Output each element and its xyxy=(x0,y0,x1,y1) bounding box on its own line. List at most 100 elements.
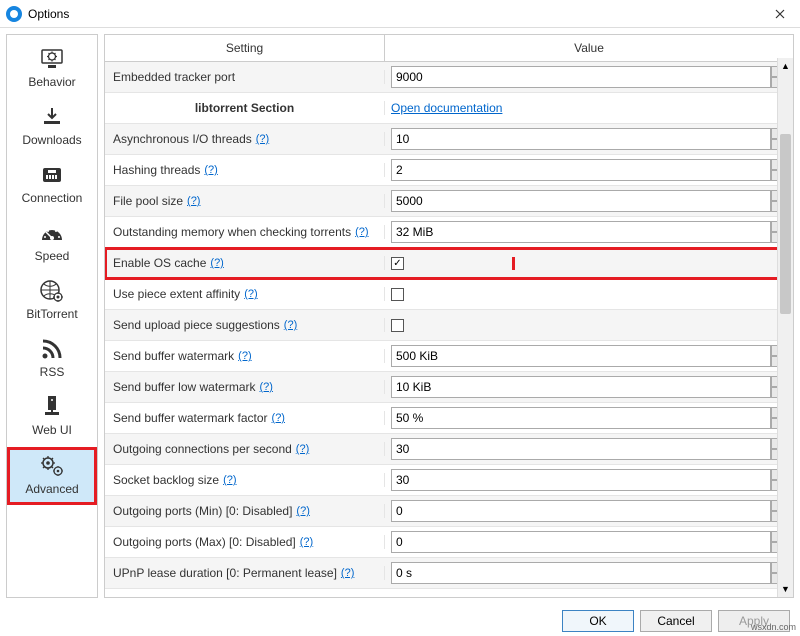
close-button[interactable] xyxy=(760,0,800,28)
col-value: Value xyxy=(385,35,793,61)
hash-input[interactable] xyxy=(391,159,771,181)
label-wmarklow: Send buffer low watermark (?) xyxy=(105,380,385,394)
backlog-input[interactable] xyxy=(391,469,771,491)
help-link[interactable]: (?) xyxy=(204,164,217,176)
row-section: libtorrent Section Open documentation xyxy=(105,93,793,124)
row-extent: Use piece extent affinity (?) xyxy=(105,279,793,310)
globe-gear-icon xyxy=(38,277,66,305)
doc-link[interactable]: Open documentation xyxy=(391,101,502,115)
sidebar: Behavior Downloads Connection Speed BitT… xyxy=(6,34,98,598)
row-wmarklow: Send buffer low watermark (?) ▲▼ xyxy=(105,372,793,403)
label-outconn: Outgoing connections per second (?) xyxy=(105,442,385,456)
gears-icon xyxy=(38,452,66,480)
label-mem: Outstanding memory when checking torrent… xyxy=(105,225,385,239)
row-pool: File pool size (?) ▲▼ xyxy=(105,186,793,217)
row-upnp: UPnP lease duration [0: Permanent lease]… xyxy=(105,558,793,589)
label-portsmin: Outgoing ports (Min) [0: Disabled] (?) xyxy=(105,504,385,518)
ok-button[interactable]: OK xyxy=(562,610,634,632)
help-link[interactable]: (?) xyxy=(341,567,354,579)
pool-input[interactable] xyxy=(391,190,771,212)
portsmax-input[interactable] xyxy=(391,531,771,553)
aio-input[interactable] xyxy=(391,128,771,150)
row-wmark: Send buffer watermark (?) ▲▼ xyxy=(105,341,793,372)
help-link[interactable]: (?) xyxy=(296,505,309,517)
sidebar-item-speed[interactable]: Speed xyxy=(7,215,97,271)
row-wmarkf: Send buffer watermark factor (?) ▲▼ xyxy=(105,403,793,434)
watermark: wsxdn.com xyxy=(751,622,796,632)
monitor-icon xyxy=(38,45,66,73)
label-section: libtorrent Section xyxy=(105,101,385,115)
sidebar-item-bittorrent[interactable]: BitTorrent xyxy=(7,273,97,329)
sidebar-item-connection[interactable]: Connection xyxy=(7,157,97,213)
wmarkf-input[interactable] xyxy=(391,407,771,429)
help-link[interactable]: (?) xyxy=(300,536,313,548)
close-icon xyxy=(775,9,785,19)
dialog-footer: OK Cancel Apply xyxy=(0,610,800,636)
help-link[interactable]: (?) xyxy=(256,133,269,145)
scroll-track[interactable] xyxy=(778,74,793,581)
label-tracker-port: Embedded tracker port xyxy=(105,70,385,84)
upnp-input[interactable] xyxy=(391,562,771,584)
scrollbar[interactable]: ▲ ▼ xyxy=(777,58,793,597)
sidebar-item-behavior[interactable]: Behavior xyxy=(7,41,97,97)
app-icon xyxy=(6,6,22,22)
row-sugg: Send upload piece suggestions (?) xyxy=(105,310,793,341)
label-sugg: Send upload piece suggestions (?) xyxy=(105,318,385,332)
row-oscache: Enable OS cache (?) xyxy=(105,248,793,279)
label-extent: Use piece extent affinity (?) xyxy=(105,287,385,301)
portsmin-input[interactable] xyxy=(391,500,771,522)
gauge-icon xyxy=(38,219,66,247)
ethernet-icon xyxy=(38,161,66,189)
sidebar-item-webui[interactable]: Web UI xyxy=(7,389,97,445)
help-link[interactable]: (?) xyxy=(260,381,273,393)
row-outconn: Outgoing connections per second (?) ▲▼ xyxy=(105,434,793,465)
label-wmarkf: Send buffer watermark factor (?) xyxy=(105,411,385,425)
help-link[interactable]: (?) xyxy=(244,288,257,300)
help-link[interactable]: (?) xyxy=(296,443,309,455)
titlebar: Options xyxy=(0,0,800,28)
download-icon xyxy=(38,103,66,131)
label-hash: Hashing threads (?) xyxy=(105,163,385,177)
help-link[interactable]: (?) xyxy=(284,319,297,331)
scroll-thumb[interactable] xyxy=(780,134,791,314)
row-portsmax: Outgoing ports (Max) [0: Disabled] (?) ▲… xyxy=(105,527,793,558)
col-setting: Setting xyxy=(105,35,385,61)
help-link[interactable]: (?) xyxy=(187,195,200,207)
window-title: Options xyxy=(28,7,69,21)
label-wmark: Send buffer watermark (?) xyxy=(105,349,385,363)
sidebar-item-rss[interactable]: RSS xyxy=(7,331,97,387)
row-hash: Hashing threads (?) ▲▼ xyxy=(105,155,793,186)
sidebar-item-downloads[interactable]: Downloads xyxy=(7,99,97,155)
cancel-button[interactable]: Cancel xyxy=(640,610,712,632)
label-oscache: Enable OS cache (?) xyxy=(105,256,385,270)
outconn-input[interactable] xyxy=(391,438,771,460)
sugg-checkbox[interactable] xyxy=(391,319,404,332)
extent-checkbox[interactable] xyxy=(391,288,404,301)
scroll-down[interactable]: ▼ xyxy=(778,581,793,597)
sidebar-item-advanced[interactable]: Advanced xyxy=(7,447,97,505)
tracker_port-input[interactable] xyxy=(391,66,771,88)
help-link[interactable]: (?) xyxy=(238,350,251,362)
row-aio: Asynchronous I/O threads (?) ▲▼ xyxy=(105,124,793,155)
help-link[interactable]: (?) xyxy=(355,226,368,238)
label-aio: Asynchronous I/O threads (?) xyxy=(105,132,385,146)
row-tracker-port: Embedded tracker port▲▼ xyxy=(105,62,793,93)
mem-input[interactable] xyxy=(391,221,771,243)
wmark-input[interactable] xyxy=(391,345,771,367)
settings-table: Setting Value Embedded tracker port▲▼lib… xyxy=(104,34,794,598)
label-pool: File pool size (?) xyxy=(105,194,385,208)
help-link[interactable]: (?) xyxy=(210,257,223,269)
row-mem: Outstanding memory when checking torrent… xyxy=(105,217,793,248)
label-upnp: UPnP lease duration [0: Permanent lease]… xyxy=(105,566,385,580)
row-portsmin: Outgoing ports (Min) [0: Disabled] (?) ▲… xyxy=(105,496,793,527)
wmarklow-input[interactable] xyxy=(391,376,771,398)
label-backlog: Socket backlog size (?) xyxy=(105,473,385,487)
rss-icon xyxy=(38,335,66,363)
server-icon xyxy=(38,393,66,421)
help-link[interactable]: (?) xyxy=(223,474,236,486)
oscache-checkbox[interactable] xyxy=(391,257,404,270)
scroll-up[interactable]: ▲ xyxy=(778,58,793,74)
table-header: Setting Value xyxy=(105,35,793,62)
row-backlog: Socket backlog size (?) ▲▼ xyxy=(105,465,793,496)
help-link[interactable]: (?) xyxy=(272,412,285,424)
